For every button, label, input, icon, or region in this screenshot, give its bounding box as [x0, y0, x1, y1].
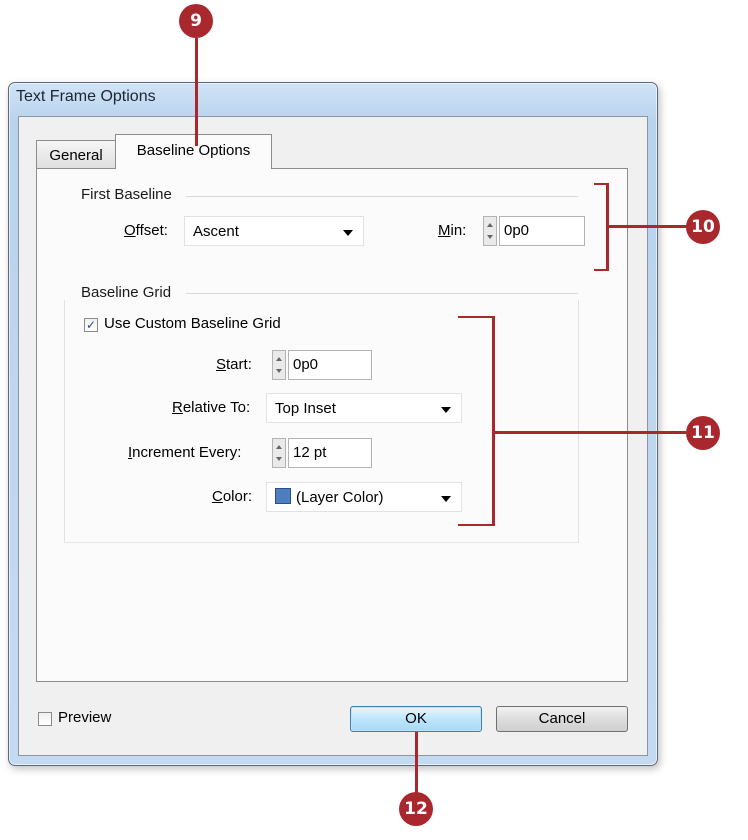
preview-checkbox[interactable] — [38, 712, 52, 726]
increment-every-label: Increment Every: — [128, 444, 242, 461]
min-field[interactable]: 0p0 — [499, 216, 585, 246]
spinner-arrows-icon[interactable] — [272, 350, 286, 380]
increment-every-spinner[interactable]: 12 pt — [272, 438, 372, 468]
color-swatch-icon — [275, 488, 291, 504]
cancel-button[interactable]: Cancel — [496, 706, 628, 732]
bracket-10-bottom — [594, 269, 608, 271]
color-value: (Layer Color) — [296, 489, 384, 506]
bracket-11-bottom — [458, 524, 494, 526]
chevron-down-icon — [441, 496, 451, 502]
start-field[interactable]: 0p0 — [288, 350, 372, 380]
callout-11-leader — [494, 431, 686, 434]
group-divider — [186, 293, 578, 294]
tab-general[interactable]: General — [36, 140, 116, 171]
callout-12: 12 — [399, 792, 433, 826]
preview-label: Preview — [58, 709, 112, 726]
callout-9: 9 — [179, 4, 213, 38]
group-border-right — [578, 300, 579, 542]
dialog-title: Text Frame Options — [16, 88, 156, 105]
start-spinner[interactable]: 0p0 — [272, 350, 372, 380]
spinner-arrows-icon[interactable] — [272, 438, 286, 468]
chevron-down-icon — [343, 230, 353, 236]
ok-button[interactable]: OK — [350, 706, 482, 732]
bracket-11-top — [458, 316, 494, 318]
chevron-down-icon — [441, 407, 451, 413]
callout-10-leader — [608, 225, 688, 228]
bracket-11-vertical — [492, 316, 495, 526]
callout-10: 10 — [686, 210, 720, 244]
offset-value: Ascent — [193, 223, 239, 240]
increment-every-field[interactable]: 12 pt — [288, 438, 372, 468]
relative-to-value: Top Inset — [275, 400, 336, 417]
group-divider — [186, 196, 578, 197]
offset-dropdown[interactable]: Ascent — [184, 216, 364, 246]
callout-9-leader — [195, 38, 198, 146]
color-label: Color: — [212, 488, 253, 505]
spinner-arrows-icon[interactable] — [483, 216, 497, 246]
use-custom-grid-checkbox[interactable]: ✓ — [84, 318, 98, 332]
min-spinner[interactable]: 0p0 — [483, 216, 591, 246]
relative-to-label: Relative To: — [172, 399, 251, 416]
group-border-left — [64, 300, 65, 542]
use-custom-grid-label: Use Custom Baseline Grid — [104, 315, 281, 332]
callout-11: 11 — [686, 416, 720, 450]
group-border-bottom — [64, 542, 579, 543]
offset-label: Offset: — [124, 222, 168, 239]
start-label: Start: — [216, 356, 252, 373]
baseline-grid-heading: Baseline Grid — [81, 284, 172, 301]
color-dropdown[interactable]: (Layer Color) — [266, 482, 462, 512]
first-baseline-heading: First Baseline — [81, 186, 172, 203]
relative-to-dropdown[interactable]: Top Inset — [266, 393, 462, 423]
callout-12-leader — [415, 732, 418, 794]
tab-baseline-options[interactable]: Baseline Options — [115, 134, 272, 169]
min-label: Min: — [438, 222, 467, 239]
